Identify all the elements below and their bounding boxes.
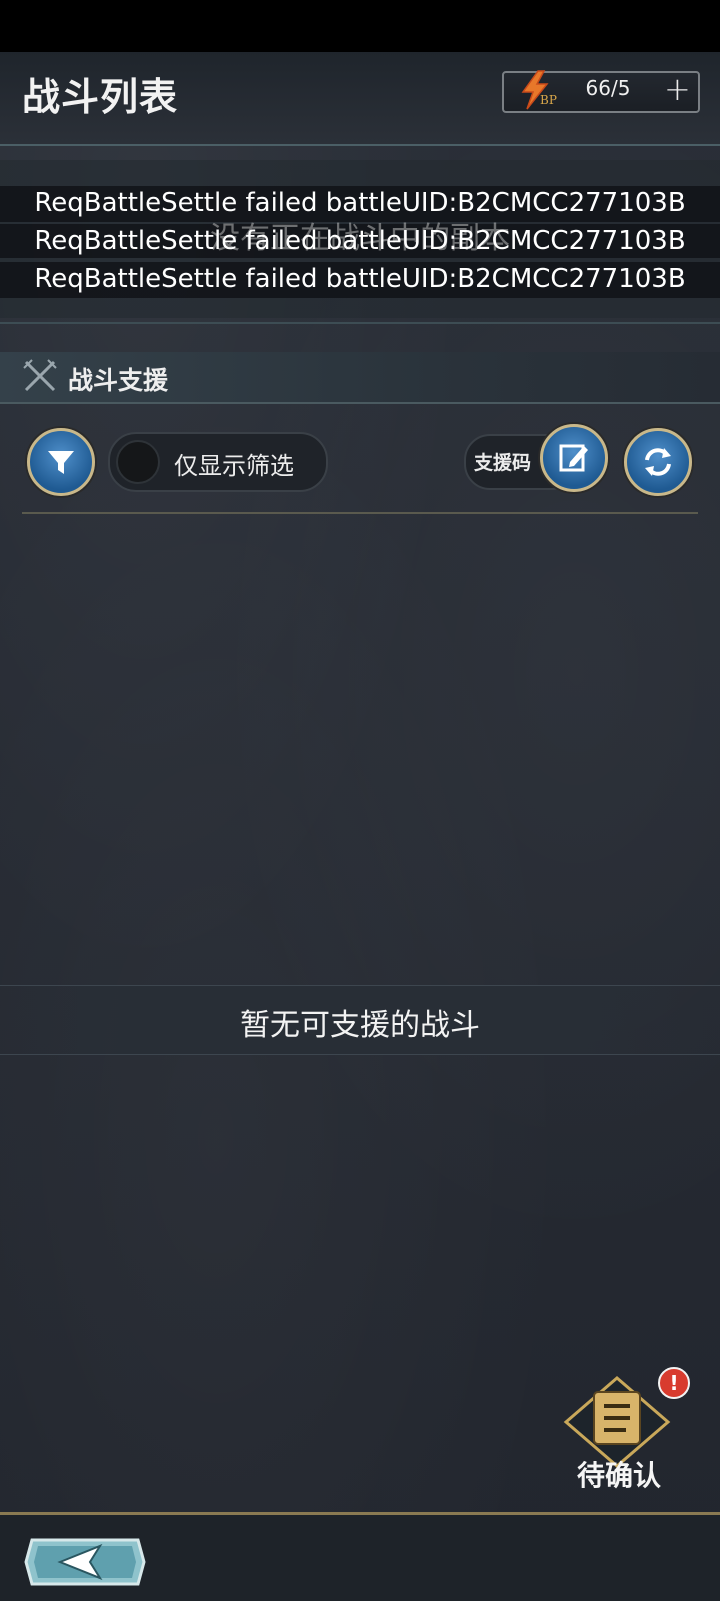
support-code-label: 支援码: [474, 452, 532, 474]
edit-note-icon: [559, 444, 588, 472]
back-button[interactable]: [24, 1534, 146, 1590]
refresh-button[interactable]: [624, 428, 692, 496]
refresh-icon: [645, 448, 671, 476]
header-divider: [0, 144, 720, 146]
scroll-list-icon: [593, 1391, 641, 1445]
pending-alert-badge: !: [658, 1367, 690, 1399]
page-title: 战斗列表: [22, 74, 179, 119]
pending-confirm-label[interactable]: 待确认: [560, 1454, 678, 1494]
crossed-swords-icon: [23, 359, 57, 392]
divider: [22, 512, 698, 514]
show-filtered-label: 仅显示筛选: [174, 452, 294, 480]
section-title: 战斗支援: [68, 366, 169, 395]
funnel-icon: [48, 451, 74, 474]
empty-state-text: 暂无可支援的战斗: [240, 1008, 480, 1043]
status-bar: [0, 0, 720, 52]
filter-button[interactable]: [27, 428, 95, 496]
bp-label: BP: [540, 93, 557, 107]
error-line: ReqBattleSettle failed battleUID:B2CMCC2…: [34, 188, 686, 218]
error-line: ReqBattleSettle failed battleUID:B2CMCC2…: [34, 226, 686, 256]
divider: [0, 322, 720, 324]
error-line: ReqBattleSettle failed battleUID:B2CMCC2…: [34, 264, 686, 294]
bp-value: 66/5: [585, 76, 631, 100]
bp-add-button[interactable]: +: [664, 72, 691, 106]
toggle-knob[interactable]: [116, 440, 160, 484]
support-code-edit-button[interactable]: [540, 424, 608, 492]
